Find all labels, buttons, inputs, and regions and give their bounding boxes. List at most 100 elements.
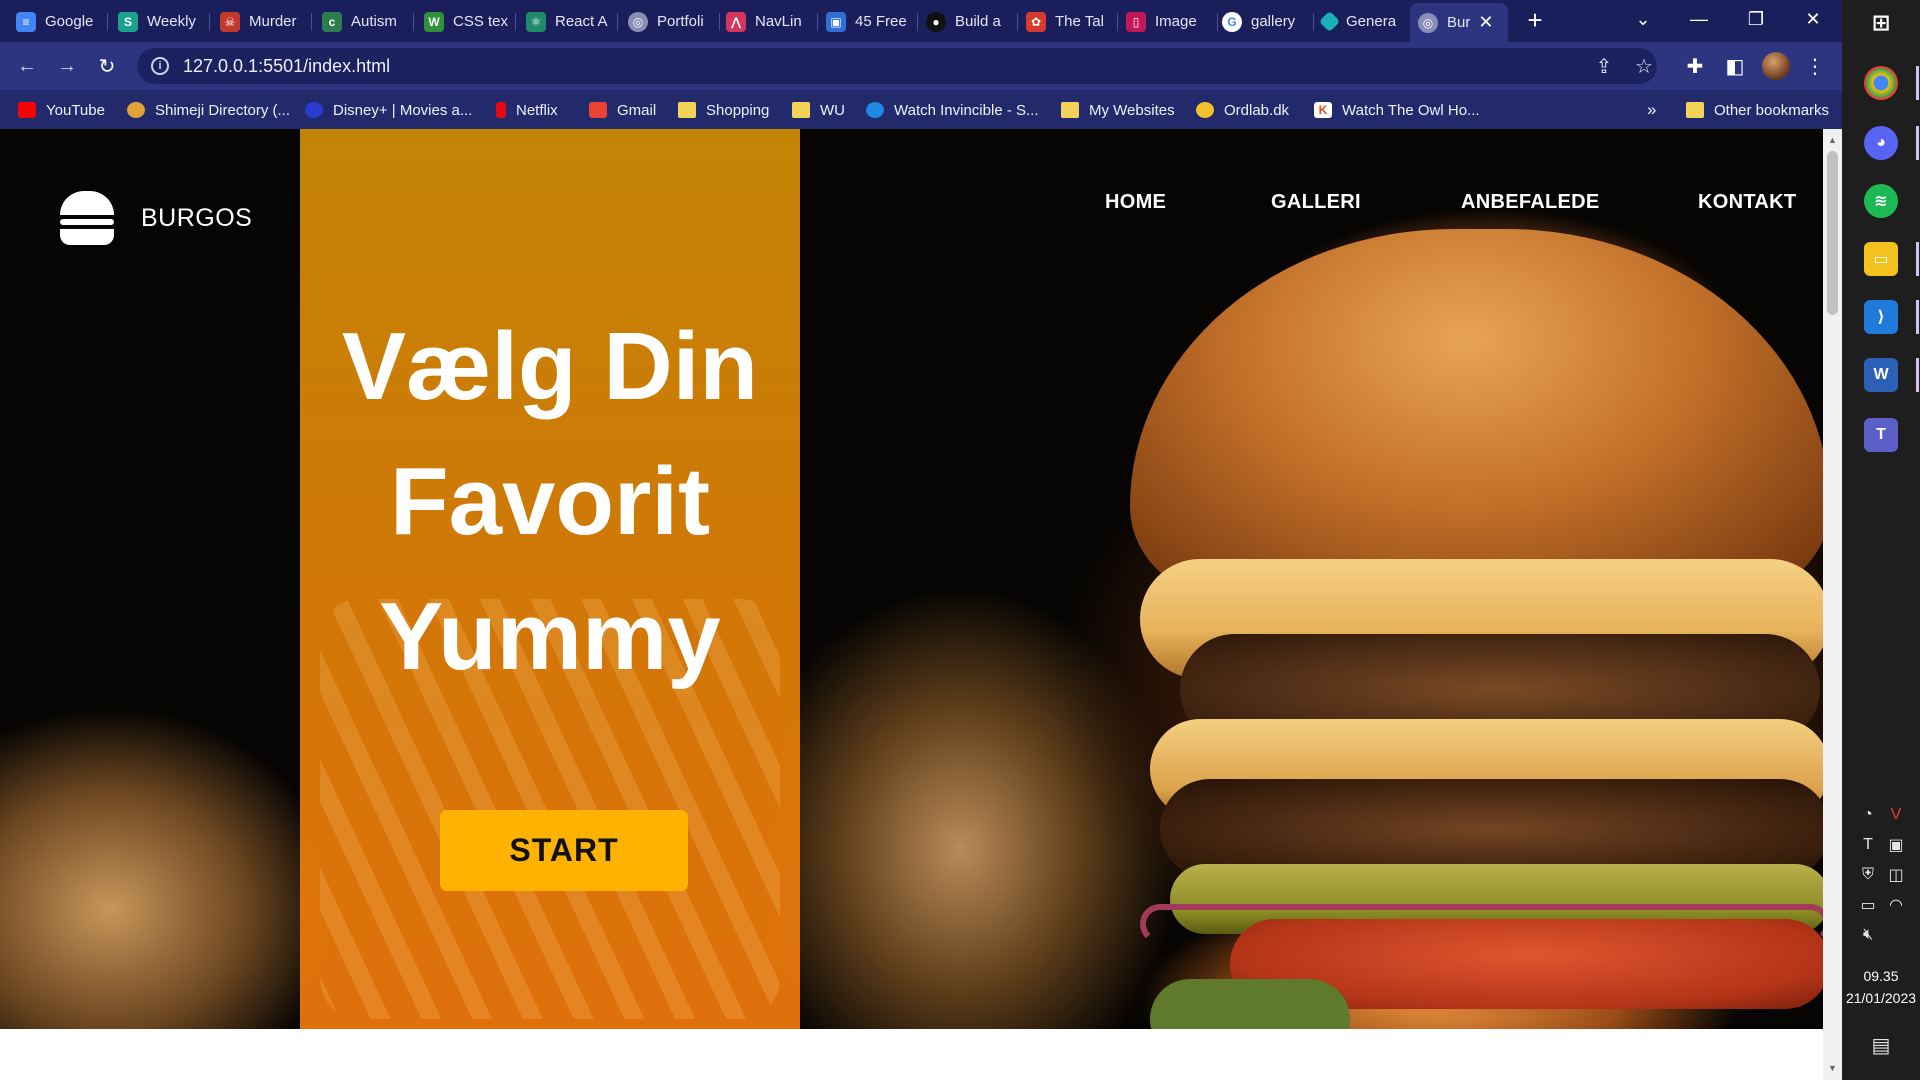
tab-autism[interactable]: c Autism	[314, 5, 414, 38]
bookmark-star-icon[interactable]: ☆	[1629, 51, 1659, 81]
page-scrollbar[interactable]: ▲ ▼	[1823, 129, 1842, 1080]
security-shield-icon[interactable]: ⛨	[1856, 865, 1880, 885]
profile-avatar[interactable]	[1762, 52, 1790, 80]
chrome-active-indicator	[1916, 66, 1919, 100]
vscode-icon[interactable]: ⟩	[1864, 300, 1898, 334]
back-arrow-icon[interactable]: ←	[12, 51, 42, 81]
tab-burgos-active[interactable]: ◎ Bur ✕	[1410, 3, 1508, 42]
k-letter-icon: K	[1314, 102, 1332, 118]
discord-tray-icon[interactable]: ◔	[1856, 805, 1880, 825]
folder-icon	[1061, 102, 1079, 118]
discord-icon[interactable]: ◕	[1864, 126, 1898, 160]
react-icon: ⚛	[526, 11, 546, 32]
tab-genera[interactable]: Genera	[1314, 5, 1414, 38]
brand-name: BURGOS	[141, 203, 253, 232]
nav-link-kontakt[interactable]: KONTAKT	[1698, 191, 1796, 214]
notification-center-icon[interactable]: ▤	[1869, 1035, 1893, 1057]
bookmark-owl-house[interactable]: K Watch The Owl Ho...	[1314, 98, 1480, 122]
tab-css-tex[interactable]: W CSS tex	[416, 5, 516, 38]
shimeji-icon	[127, 102, 145, 118]
bookmark-other[interactable]: Other bookmarks	[1686, 98, 1829, 122]
folder-icon	[678, 102, 696, 118]
extensions-puzzle-icon[interactable]: ✚	[1680, 51, 1710, 81]
bookmark-invincible[interactable]: Watch Invincible - S...	[866, 98, 1039, 122]
browser-toolbar: ← → ↻ i 127.0.0.1:5501/index.html ⇪ ☆ ✚ …	[0, 42, 1842, 90]
new-tab-button[interactable]: +	[1520, 6, 1550, 36]
wifi-icon[interactable]: ◠	[1884, 895, 1908, 915]
tab-search-chevron-icon[interactable]: ⌄	[1614, 0, 1672, 38]
bookmarks-bar: YouTube Shimeji Directory (... Disney+ |…	[0, 90, 1842, 129]
discord-active-indicator	[1916, 126, 1919, 160]
bookmark-disney[interactable]: Disney+ | Movies a...	[305, 98, 472, 122]
tab-weekly[interactable]: S Weekly	[110, 5, 210, 38]
tab-image[interactable]: ▯ Image	[1118, 5, 1218, 38]
clock-date[interactable]: 21/01/2023	[1842, 990, 1920, 1006]
bookmark-shopping[interactable]: Shopping	[678, 98, 769, 122]
tab-react[interactable]: ⚛ React A	[518, 5, 618, 38]
side-panel-icon[interactable]: ◧	[1720, 51, 1750, 81]
nav-link-home[interactable]: HOME	[1105, 191, 1166, 214]
spotify-icon[interactable]: ≋	[1864, 184, 1898, 218]
red-logo-icon: ✿	[1026, 11, 1046, 32]
brand-logo[interactable]: BURGOS	[60, 191, 252, 245]
bookmark-wu[interactable]: WU	[792, 98, 845, 122]
burger-icon	[60, 191, 114, 245]
bookmark-my-websites[interactable]: My Websites	[1061, 98, 1175, 122]
tab-gallery[interactable]: Ggallery	[1214, 5, 1314, 38]
chrome-icon[interactable]	[1864, 66, 1898, 100]
scroll-down-arrow-icon[interactable]: ▼	[1823, 1059, 1842, 1078]
tab-45-free[interactable]: ▣ 45 Free	[818, 5, 918, 38]
minimize-button[interactable]: —	[1670, 0, 1728, 38]
w-letter-icon: W	[424, 11, 444, 32]
forward-arrow-icon[interactable]: →	[52, 51, 82, 81]
nav-link-anbefalede[interactable]: ANBEFALEDE	[1461, 191, 1600, 214]
tab-the-tal[interactable]: ✿ The Tal	[1018, 5, 1118, 38]
vscode-active-indicator	[1916, 300, 1919, 334]
tab-google[interactable]: ≡ Google	[8, 5, 108, 38]
bookmark-gmail[interactable]: Gmail	[589, 98, 656, 122]
more-bookmarks-chevron[interactable]: »	[1647, 98, 1656, 122]
explorer-active-indicator	[1916, 242, 1919, 276]
google-g-icon: G	[1222, 11, 1242, 32]
browser-chrome: ≡ Google S Weekly ☠ Murder c Autism W CSS tex…	[0, 0, 1842, 129]
teams-icon[interactable]: T	[1864, 418, 1898, 452]
bookmark-youtube[interactable]: YouTube	[18, 98, 105, 122]
headline-line-2: Favorit	[389, 448, 711, 555]
reload-icon[interactable]: ↻	[92, 51, 122, 81]
display-tray-icon[interactable]: ▣	[1884, 835, 1908, 855]
hero-section: BURGOS HOME GALLERI ANBEFALEDE KONTAKT V…	[0, 129, 1823, 1029]
bookmark-netflix[interactable]: Netflix	[496, 98, 558, 122]
scroll-thumb[interactable]	[1827, 151, 1838, 315]
address-bar[interactable]: i 127.0.0.1:5501/index.html ⇪ ☆	[137, 48, 1657, 84]
bookmark-ordlab[interactable]: Ordlab.dk	[1196, 98, 1289, 122]
scroll-up-arrow-icon[interactable]: ▲	[1823, 131, 1842, 150]
restore-button[interactable]: ❐	[1727, 0, 1785, 38]
close-tab-icon[interactable]: ✕	[1478, 12, 1493, 33]
site-info-icon[interactable]: i	[151, 57, 169, 75]
start-button[interactable]: START	[440, 810, 688, 891]
share-icon[interactable]: ⇪	[1589, 51, 1619, 81]
clock-time[interactable]: 09.35	[1842, 968, 1920, 984]
teams-tray-icon[interactable]: T	[1856, 835, 1880, 855]
burger-bun-image	[1130, 229, 1823, 599]
tab-build[interactable]: ● Build a	[918, 5, 1018, 38]
volume-muted-icon[interactable]: 🔇︎	[1856, 925, 1880, 945]
camera-tray-icon[interactable]: ◫	[1884, 865, 1908, 885]
folder-icon	[792, 102, 810, 118]
windows-start-icon[interactable]: ⊞	[1864, 6, 1898, 40]
kebab-menu-icon[interactable]: ⋮	[1800, 51, 1830, 81]
file-explorer-icon[interactable]: ▭	[1864, 242, 1898, 276]
tab-strip: ≡ Google S Weekly ☠ Murder c Autism W CSS tex…	[0, 0, 1842, 42]
vivaldi-tray-icon[interactable]: V	[1884, 805, 1908, 825]
battery-icon[interactable]: ▭	[1856, 895, 1880, 915]
windows-taskbar: ⊞ ◕ ≋ ▭ ⟩ W T ◔ V T ▣ ⛨ ◫ ▭ ◠ 🔇︎ 09.35 2…	[1842, 0, 1920, 1080]
word-icon[interactable]: W	[1864, 358, 1898, 392]
bookmark-shimeji[interactable]: Shimeji Directory (...	[127, 98, 290, 122]
web-page: BURGOS HOME GALLERI ANBEFALEDE KONTAKT V…	[0, 129, 1823, 1080]
tab-navlink[interactable]: ⋀ NavLin	[718, 5, 818, 38]
nav-link-galleri[interactable]: GALLERI	[1271, 191, 1361, 214]
tab-portfolio[interactable]: ◎ Portfoli	[620, 5, 720, 38]
close-window-button[interactable]: ✕	[1784, 0, 1842, 38]
tab-murder[interactable]: ☠ Murder	[212, 5, 312, 38]
folder-icon	[1686, 102, 1704, 118]
